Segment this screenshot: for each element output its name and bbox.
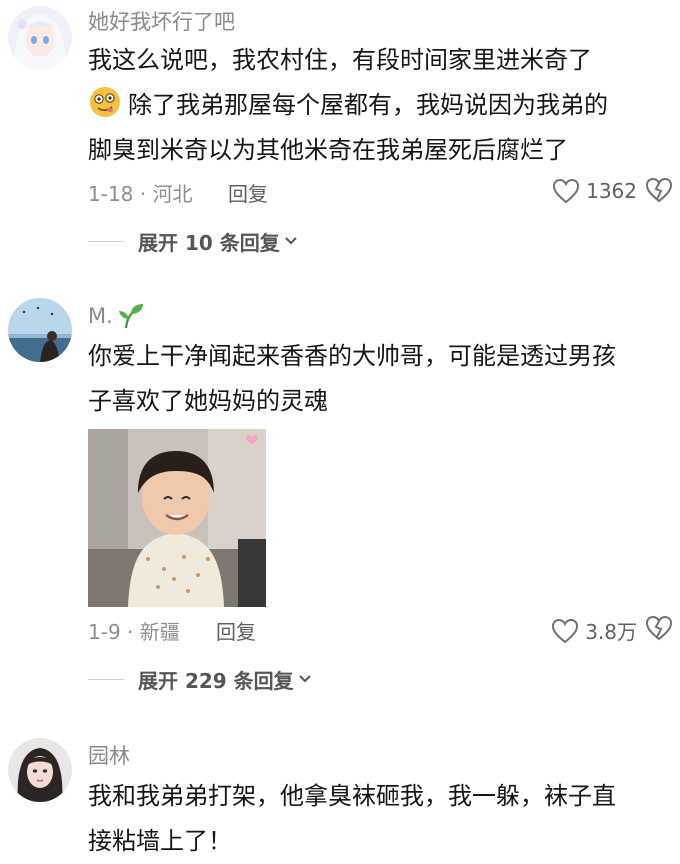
toddler-photo xyxy=(88,429,266,607)
username[interactable]: 她好我坏行了吧 xyxy=(88,6,235,36)
comment-text-line: 我和我弟弟打架，他拿臭袜砸我，我一躲，袜子直 xyxy=(88,782,616,810)
expand-replies-button[interactable]: 展开 10 条回复 xyxy=(88,226,298,256)
broken-heart-icon[interactable] xyxy=(645,177,673,203)
avatar[interactable] xyxy=(8,298,72,362)
username[interactable]: M. xyxy=(88,302,145,330)
sprout-icon xyxy=(118,304,143,329)
comment-text-line-content: 除了我弟那屋每个屋都有，我妈说因为我弟的 xyxy=(128,91,608,119)
comment-text-line: 你爱上干净闻起来香香的大帅哥，可能是透过男孩 xyxy=(88,342,616,370)
comment-text-line: 子喜欢了她妈妈的灵魂 xyxy=(88,387,328,415)
comment-meta: 1-18 · 河北 回复 1362 xyxy=(88,177,673,208)
divider xyxy=(88,678,124,680)
like-count: 1362 xyxy=(586,179,637,203)
avatar[interactable] xyxy=(8,738,72,802)
comment-image[interactable] xyxy=(88,429,266,607)
username[interactable]: 园林 xyxy=(88,740,130,770)
drooling-face-emoji xyxy=(90,87,120,117)
expand-replies-label: 展开 229 条回复 xyxy=(138,668,294,693)
date-location: 1-18 · 河北 xyxy=(88,182,193,206)
date-location: 1-9 · 新疆 xyxy=(88,620,180,644)
expand-replies-button[interactable]: 展开 229 条回复 xyxy=(88,664,312,694)
comment-2: M. 你爱上干净闻起来香香的大帅哥，可能是透过男孩 子喜欢了她妈妈的灵魂 1-9… xyxy=(0,290,680,710)
comment-text: 我这么说吧，我农村住，有段时间家里进米奇了 除了我弟那屋每个屋都有，我妈说因为我… xyxy=(88,38,673,173)
comment-1: 她好我坏行了吧 我这么说吧，我农村住，有段时间家里进米奇了 除了我弟那屋每个屋都… xyxy=(0,0,680,270)
divider xyxy=(88,240,124,242)
comment-text-line: 接粘墙上了！ xyxy=(88,827,232,855)
chevron-down-icon xyxy=(285,237,297,245)
heart-outline-icon xyxy=(552,618,579,643)
comment-text: 我和我弟弟打架，他拿臭袜砸我，我一躲，袜子直 接粘墙上了！ xyxy=(88,774,673,864)
expand-replies-label: 展开 10 条回复 xyxy=(138,230,280,255)
comment-text: 你爱上干净闻起来香香的大帅哥，可能是透过男孩 子喜欢了她妈妈的灵魂 xyxy=(88,334,673,424)
heart-outline-icon xyxy=(553,178,580,204)
comment-text-line: 除了我弟那屋每个屋都有，我妈说因为我弟的 xyxy=(88,83,673,128)
comment-text-line: 脚臭到米奇以为其他米奇在我弟屋死后腐烂了 xyxy=(88,136,568,164)
like-button[interactable]: 1362 xyxy=(552,178,637,204)
reply-button[interactable]: 回复 xyxy=(216,616,256,645)
broken-heart-icon[interactable] xyxy=(645,615,673,641)
comment-meta: 1-9 · 新疆 回复 3.8万 xyxy=(88,615,673,646)
chevron-down-icon xyxy=(298,675,311,683)
username-text: M. xyxy=(88,304,113,328)
reply-button[interactable]: 回复 xyxy=(228,178,268,207)
like-count: 3.8万 xyxy=(585,620,637,644)
avatar[interactable] xyxy=(8,6,72,70)
like-button[interactable]: 3.8万 xyxy=(551,616,637,645)
comment-text-line: 我这么说吧，我农村住，有段时间家里进米奇了 xyxy=(88,46,592,74)
comment-3: 园林 我和我弟弟打架，他拿臭袜砸我，我一躲，袜子直 接粘墙上了！ xyxy=(0,728,680,860)
